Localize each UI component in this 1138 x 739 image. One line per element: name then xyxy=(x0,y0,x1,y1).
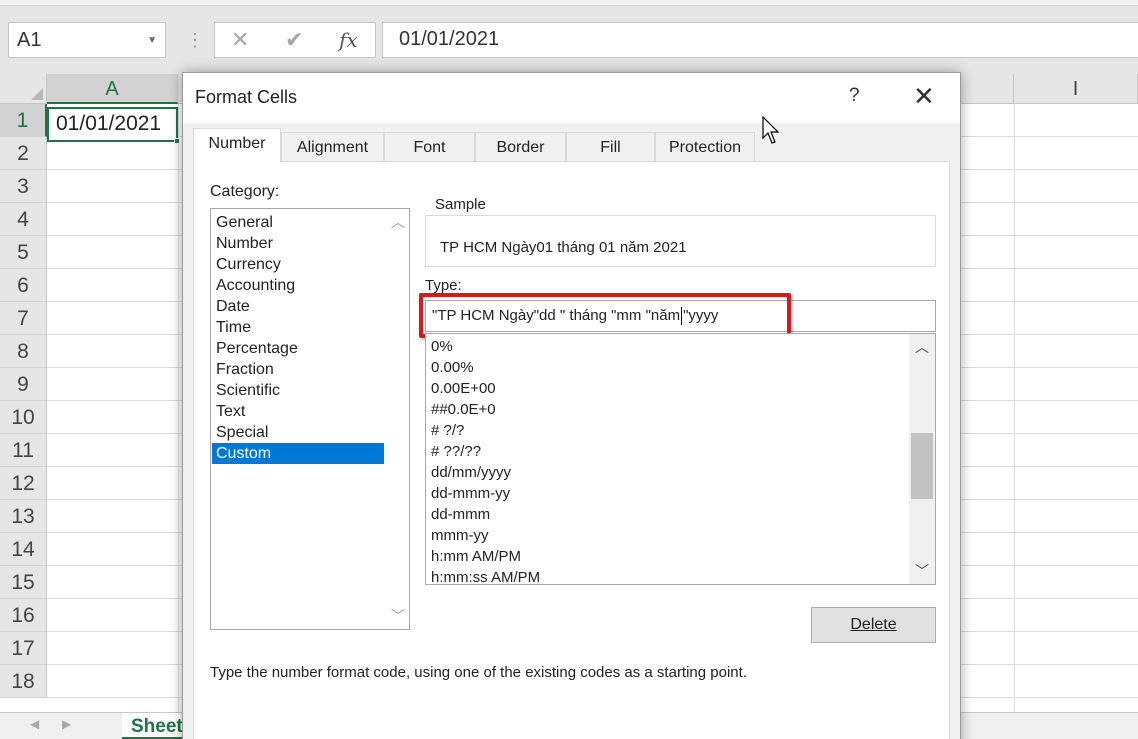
format-list-scrollbar[interactable]: ︿ ﹀ xyxy=(909,334,935,584)
row-header[interactable]: 16 xyxy=(0,599,47,632)
tab-protection[interactable]: Protection xyxy=(655,132,755,162)
name-box-value: A1 xyxy=(17,29,42,51)
row-header[interactable]: 5 xyxy=(0,236,47,269)
format-code-item[interactable]: dd/mm/yyyy xyxy=(431,462,511,483)
enter-icon[interactable]: ✔ xyxy=(285,27,303,53)
tab-number[interactable]: Number xyxy=(193,128,281,162)
row-header[interactable]: 9 xyxy=(0,368,47,401)
category-item[interactable]: Currency xyxy=(212,254,384,275)
category-item[interactable]: Fraction xyxy=(212,359,384,380)
formula-bar: A1 ▼ ⋮ ✕ ✔ fx 01/01/2021 xyxy=(0,14,1138,66)
help-button[interactable]: ? xyxy=(849,85,860,107)
chevron-up-icon[interactable]: ︿ xyxy=(915,340,929,354)
category-item[interactable]: Scientific xyxy=(212,380,384,401)
row-header[interactable]: 14 xyxy=(0,533,47,566)
delete-button[interactable]: Delete xyxy=(811,607,936,643)
format-code-item[interactable]: 0.00E+00 xyxy=(431,378,496,399)
column-gridline xyxy=(178,104,179,714)
chevron-up-icon[interactable]: ︿ xyxy=(391,215,405,229)
mouse-pointer-icon xyxy=(762,116,780,144)
row-header[interactable]: 2 xyxy=(0,137,47,170)
format-code-item[interactable]: # ??/?? xyxy=(431,441,481,462)
row-header[interactable]: 1 xyxy=(0,104,47,137)
category-label: Category: xyxy=(210,183,280,200)
column-gridline xyxy=(1014,104,1015,714)
dialog-title: Format Cells xyxy=(195,87,298,107)
hint-text: Type the number format code, using one o… xyxy=(210,664,747,681)
dialog-titlebar: Format Cells ? ✕ xyxy=(183,73,960,123)
row-header[interactable]: 8 xyxy=(0,335,47,368)
format-code-item[interactable]: dd-mmm-yy xyxy=(431,483,510,504)
format-code-item[interactable]: h:mm AM/PM xyxy=(431,546,521,567)
row-header[interactable]: 3 xyxy=(0,170,47,203)
sample-label: Sample xyxy=(432,196,489,213)
format-cells-dialog: Format Cells ? ✕ Number Alignment Font B… xyxy=(182,72,961,739)
number-tab-panel: Category: General Number Currency Accountin… xyxy=(193,161,950,739)
fx-icon[interactable]: fx xyxy=(339,28,358,52)
tab-font[interactable]: Font xyxy=(384,132,475,162)
category-list[interactable]: General Number Currency Accounting Date Time P… xyxy=(210,208,410,630)
formula-input[interactable]: 01/01/2021 xyxy=(382,22,1138,58)
cancel-icon[interactable]: ✕ xyxy=(231,27,249,53)
delete-button-label: Delete xyxy=(850,616,897,633)
format-code-item[interactable]: dd-mmm xyxy=(431,504,490,525)
row-header[interactable]: 18 xyxy=(0,665,47,698)
category-item[interactable]: Accounting xyxy=(212,275,384,296)
category-item[interactable]: General xyxy=(212,212,384,233)
excel-window: A1 ▼ ⋮ ✕ ✔ fx 01/01/2021 A I 1 2 3 4 5 6 7 8 9 10… xyxy=(0,0,1138,739)
active-cell-a1[interactable]: 01/01/2021 xyxy=(47,107,180,144)
tab-fill[interactable]: Fill xyxy=(566,132,655,162)
row-header[interactable]: 7 xyxy=(0,302,47,335)
category-item[interactable]: Text xyxy=(212,401,384,422)
row-header[interactable]: 10 xyxy=(0,401,47,434)
format-code-item[interactable]: mmm-yy xyxy=(431,525,488,546)
highlight-box xyxy=(419,293,791,338)
sample-preview: TP HCM Ngày01 tháng 01 năm 2021 xyxy=(440,239,687,256)
cell-a1-value: 01/01/2021 xyxy=(56,112,162,135)
category-scrollbar[interactable]: ︿ ﹀ xyxy=(385,209,409,629)
category-item[interactable]: Percentage xyxy=(212,338,384,359)
category-item[interactable]: Date xyxy=(212,296,384,317)
type-label: Type: xyxy=(425,277,462,294)
format-code-item[interactable]: 0% xyxy=(431,336,453,357)
tab-alignment[interactable]: Alignment xyxy=(281,132,384,162)
close-button[interactable]: ✕ xyxy=(913,81,935,112)
row-header[interactable]: 4 xyxy=(0,203,47,236)
format-code-item[interactable]: 0.00% xyxy=(431,357,474,378)
row-header[interactable]: 12 xyxy=(0,467,47,500)
drag-handle-icon[interactable]: ⋮ xyxy=(186,26,204,54)
formula-buttons: ✕ ✔ fx xyxy=(214,22,376,58)
format-code-item[interactable]: # ?/? xyxy=(431,420,464,441)
row-header[interactable]: 11 xyxy=(0,434,47,467)
column-header-a[interactable]: A xyxy=(47,74,178,104)
name-box[interactable]: A1 ▼ xyxy=(8,22,166,58)
category-item[interactable]: Special xyxy=(212,422,384,443)
column-header-i[interactable]: I xyxy=(1014,74,1138,104)
fill-handle[interactable] xyxy=(174,138,180,144)
chevron-down-icon[interactable]: ﹀ xyxy=(915,564,929,578)
category-item[interactable]: Custom xyxy=(212,443,384,464)
category-item[interactable]: Time xyxy=(212,317,384,338)
dialog-tabs: Number Alignment Font Border Fill Protec… xyxy=(193,128,953,162)
format-code-item[interactable]: h:mm:ss AM/PM xyxy=(431,567,540,584)
row-header[interactable]: 13 xyxy=(0,500,47,533)
chevron-down-icon[interactable]: ﹀ xyxy=(391,609,405,623)
scroll-left-icon[interactable]: ◀ xyxy=(30,717,39,731)
row-header[interactable]: 6 xyxy=(0,269,47,302)
title-strip xyxy=(0,0,1138,6)
format-code-item[interactable]: ##0.0E+0 xyxy=(431,399,496,420)
format-code-list[interactable]: 0% 0.00% 0.00E+00 ##0.0E+0 # ?/? # ??/?? dd/mm… xyxy=(425,333,936,585)
tab-border[interactable]: Border xyxy=(475,132,566,162)
category-item[interactable]: Number xyxy=(212,233,384,254)
scrollbar-thumb[interactable] xyxy=(911,433,933,499)
scroll-right-icon[interactable]: ▶ xyxy=(62,717,71,731)
select-all-button[interactable] xyxy=(0,74,47,104)
chevron-down-icon[interactable]: ▼ xyxy=(147,35,157,46)
row-header[interactable]: 17 xyxy=(0,632,47,665)
row-header[interactable]: 15 xyxy=(0,566,47,599)
